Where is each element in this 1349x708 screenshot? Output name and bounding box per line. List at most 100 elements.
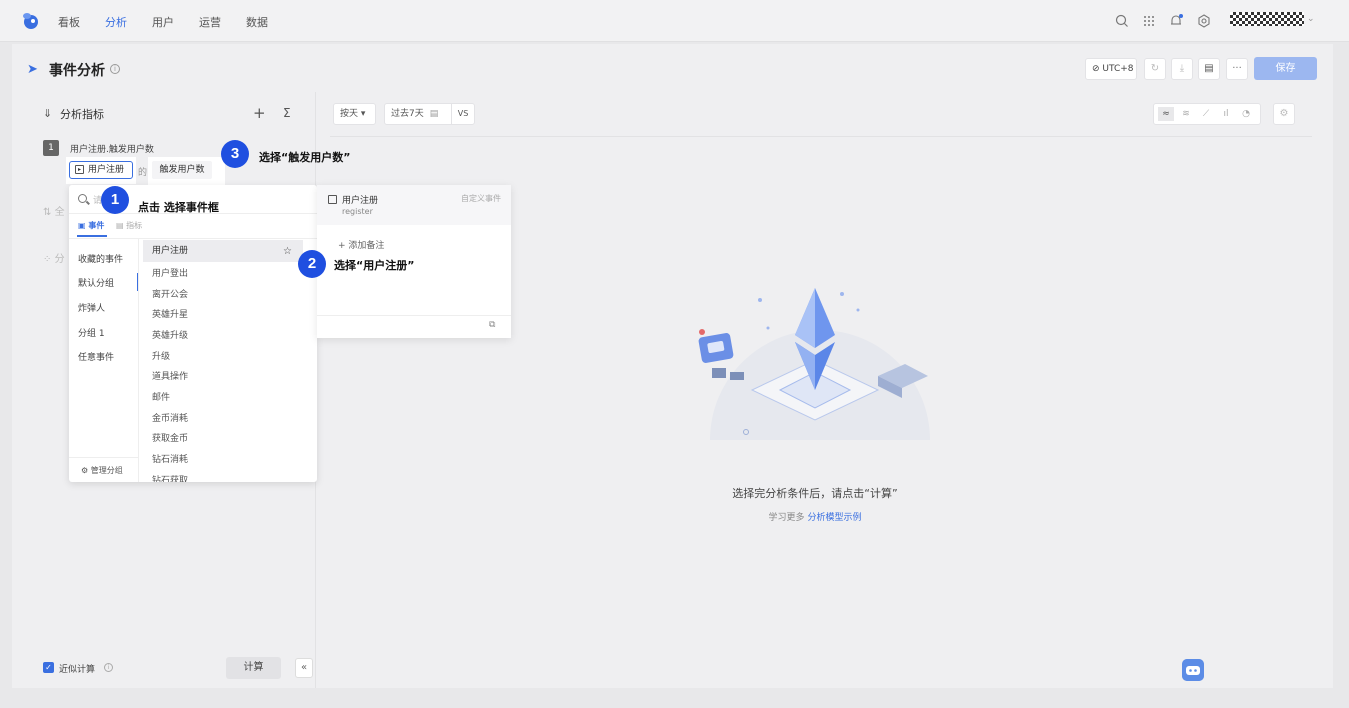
user-avatar[interactable] <box>1230 12 1304 26</box>
dropdown-divider <box>69 457 138 458</box>
chevron-down-icon[interactable]: ⌄ <box>1307 14 1315 24</box>
event-tab-icon: ▣ <box>78 221 89 230</box>
calculate-button[interactable]: 计算 <box>226 657 281 679</box>
add-metric-button[interactable]: + <box>253 104 266 122</box>
search-icon <box>78 194 87 203</box>
timezone-button[interactable]: ⊘ UTC+8 <box>1085 58 1137 80</box>
info-icon[interactable]: i <box>110 64 120 74</box>
date-range-picker[interactable]: 过去7天 ▤ <box>384 103 452 125</box>
compare-button[interactable]: VS <box>451 103 475 125</box>
manage-groups-button[interactable]: ⚙ 管理分组 <box>81 465 123 476</box>
formula-button[interactable]: Σ <box>283 106 291 120</box>
preview-event-code: register <box>342 207 373 216</box>
metric-icon: ⇓ <box>43 107 53 120</box>
event-dropdown: 请 ▣ 事件 ▤ 指标 收藏的事件 默认分组 炸弹人 分组 1 任意事件 ⚙ 管… <box>69 185 317 482</box>
event-item[interactable]: 离开公会 <box>152 287 188 300</box>
event-item[interactable]: 英雄升星 <box>152 307 188 320</box>
approx-checkbox[interactable]: ✓ <box>43 662 54 673</box>
step-badge-3: 3 <box>221 140 249 168</box>
nav-item-analysis[interactable]: 分析 <box>105 14 127 30</box>
tab-events[interactable]: ▣ 事件 <box>78 220 104 231</box>
empty-state-message: 选择完分析条件后，请点击“计算” <box>732 487 898 500</box>
bar-chart-icon[interactable]: ıl <box>1218 107 1234 121</box>
refresh-button[interactable]: ↻ <box>1144 58 1166 80</box>
event-item[interactable]: 钻石消耗 <box>152 452 188 465</box>
event-item[interactable]: 金币消耗 <box>152 411 188 424</box>
dropdown-column-divider <box>138 239 139 482</box>
learn-more-text: 学习更多 分析模型示例 <box>660 510 970 523</box>
top-bar: 看板 分析 用户 运营 数据 ⌄ <box>0 0 1349 42</box>
event-select-label: 用户注册 <box>88 165 125 175</box>
pin-chart-icon[interactable]: ⟋ <box>1198 107 1214 121</box>
approx-info-icon[interactable]: i <box>104 663 113 672</box>
granularity-select[interactable]: 按天 ▾ <box>333 103 376 125</box>
star-icon[interactable]: ☆ <box>283 246 292 257</box>
plus-icon: + <box>338 241 349 251</box>
nav-item-data[interactable]: 数据 <box>246 14 268 30</box>
empty-state-illustration <box>698 288 930 440</box>
step-text-1: 点击 选择事件框 <box>138 201 219 214</box>
group-item-group1[interactable]: 分组 1 <box>78 326 105 339</box>
group-item-favorites[interactable]: 收藏的事件 <box>78 252 123 265</box>
search-icon[interactable] <box>1114 13 1130 29</box>
pie-chart-icon[interactable]: ◔ <box>1238 107 1254 121</box>
analysis-examples-link[interactable]: 分析模型示例 <box>807 513 861 523</box>
metric-name[interactable]: 用户注册.触发用户数 <box>70 142 154 155</box>
step-badge-1: 1 <box>101 186 129 214</box>
gear-icon: ⚙ <box>81 466 91 475</box>
event-item[interactable]: 钻石获取 <box>152 473 188 482</box>
indicator-select[interactable]: 触发用户数 <box>152 161 212 179</box>
event-icon: ▸ <box>75 165 84 174</box>
group-item-bomberman[interactable]: 炸弹人 <box>78 301 105 314</box>
group-row-label: ⁘ 分 <box>43 254 65 265</box>
event-item[interactable]: 英雄升级 <box>152 328 188 341</box>
external-link-icon[interactable]: ⧉ <box>489 320 495 330</box>
add-note-button[interactable]: + 添加备注 <box>338 238 384 251</box>
group-item-any-event[interactable]: 任意事件 <box>78 350 114 363</box>
stacked-chart-icon[interactable]: ≋ <box>1178 107 1194 121</box>
active-tab-indicator <box>77 235 107 237</box>
tab-metrics[interactable]: ▤ 指标 <box>116 220 142 231</box>
apps-grid-icon[interactable] <box>1141 13 1157 29</box>
connector-text: 的 <box>138 168 148 178</box>
line-chart-icon[interactable]: ≈ <box>1158 107 1174 121</box>
metrics-title: 分析指标 <box>60 108 104 121</box>
event-icon <box>328 195 337 204</box>
event-item[interactable]: 升级 <box>152 349 170 362</box>
chatbot-icon[interactable] <box>1182 659 1204 681</box>
preview-event-name: 用户注册 <box>342 196 379 206</box>
app-logo-icon[interactable] <box>20 11 40 31</box>
step-text-2: 选择“用户注册” <box>334 259 415 272</box>
nav-item-dashboard[interactable]: 看板 <box>58 14 80 30</box>
chart-settings-icon[interactable]: ⚙ <box>1273 103 1295 125</box>
step-badge-2: 2 <box>298 250 326 278</box>
event-select[interactable]: ▸ 用户注册 <box>69 161 133 179</box>
group-item-default[interactable]: 默认分组 <box>78 276 114 289</box>
active-group-indicator <box>137 273 138 291</box>
nav-item-operations[interactable]: 运营 <box>199 14 221 30</box>
report-button[interactable]: ▤ <box>1198 58 1220 80</box>
settings-gear-icon[interactable] <box>1196 13 1212 29</box>
download-button[interactable]: ⤓ <box>1171 58 1193 80</box>
event-item[interactable]: 用户登出 <box>152 266 188 279</box>
event-item[interactable]: 道具操作 <box>152 369 188 382</box>
preview-divider <box>317 315 511 316</box>
approx-label: 近似计算 <box>59 665 96 675</box>
chart-type-switch: ≈ ≋ ⟋ ıl ◔ <box>1153 103 1261 125</box>
save-button[interactable]: 保存 <box>1254 57 1317 80</box>
learn-more-prefix: 学习更多 <box>768 513 805 523</box>
event-item-selected[interactable]: 用户注册 <box>143 240 303 262</box>
group-icon: ⁘ <box>43 254 55 265</box>
sort-icon: ⇅ <box>43 207 55 218</box>
preview-event-type: 自定义事件 <box>461 194 501 203</box>
globe-icon: ⊘ <box>1092 64 1103 74</box>
step-text-3: 选择“触发用户数” <box>259 151 351 164</box>
bell-icon[interactable] <box>1168 13 1184 29</box>
date-range-label: 过去7天 <box>391 109 424 119</box>
filter-row-label: ⇅ 全 <box>43 207 65 218</box>
more-button[interactable]: ··· <box>1226 58 1248 80</box>
event-item[interactable]: 邮件 <box>152 390 170 403</box>
nav-item-users[interactable]: 用户 <box>152 14 174 30</box>
collapse-panel-button[interactable]: « <box>295 658 313 678</box>
event-item[interactable]: 获取金币 <box>152 431 188 444</box>
